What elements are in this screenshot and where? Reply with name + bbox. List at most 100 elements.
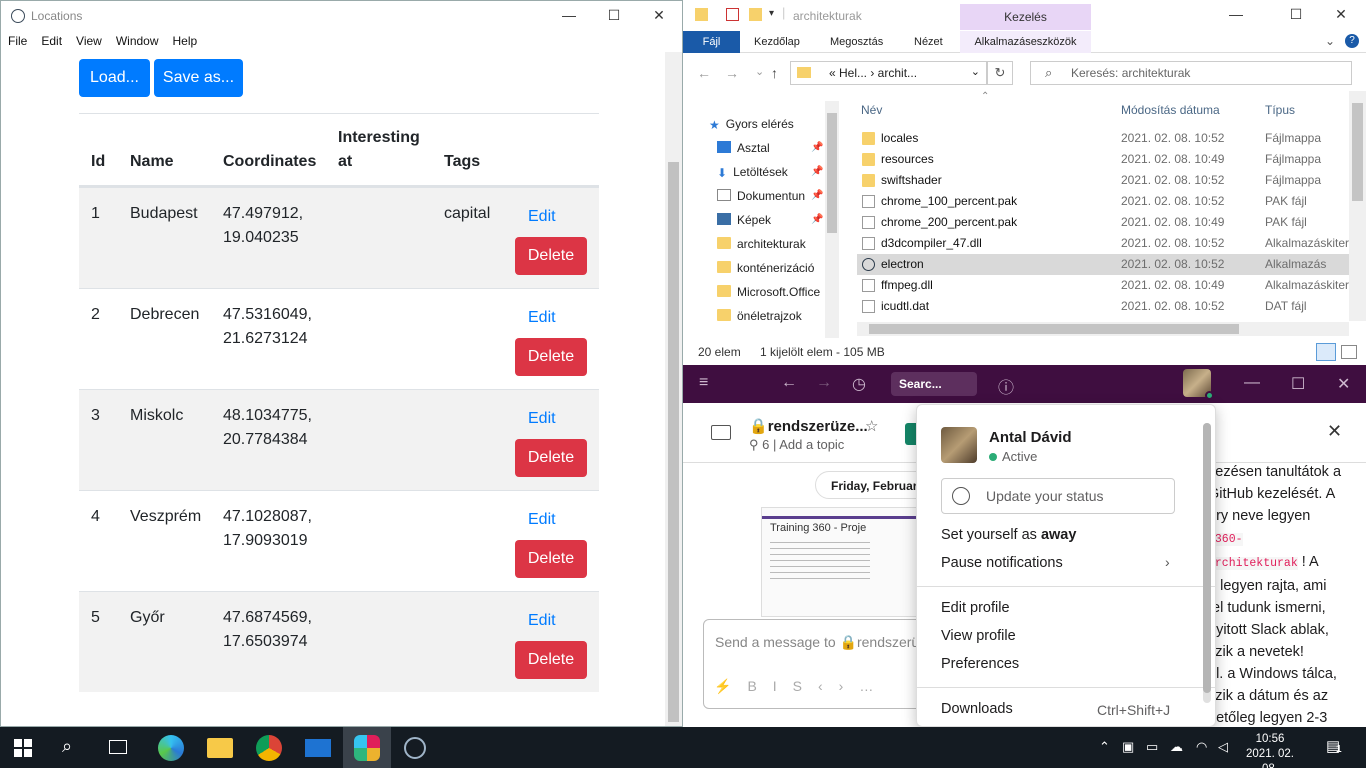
file-row[interactable]: icudtl.dat 2021. 02. 08. 10:52 DAT fájl bbox=[857, 296, 1349, 317]
file-row[interactable]: chrome_200_percent.pak 2021. 02. 08. 10:4… bbox=[857, 212, 1349, 233]
properties-icon[interactable] bbox=[726, 8, 739, 21]
nav-item-documents[interactable]: Dokumentun bbox=[717, 185, 805, 207]
chevron-up-icon[interactable]: ⌃ bbox=[1099, 739, 1110, 755]
chevron-down-icon[interactable]: ⌄ bbox=[971, 65, 980, 78]
back-arrow-icon[interactable]: ← bbox=[697, 65, 711, 81]
set-away-item[interactable]: Set yourself as away bbox=[941, 527, 1076, 543]
nav-scrollbar[interactable] bbox=[825, 101, 839, 338]
file-row[interactable]: d3dcompiler_47.dll 2021. 02. 08. 10:52 Alk… bbox=[857, 233, 1349, 254]
vertical-scrollbar[interactable] bbox=[665, 52, 682, 726]
chrome-icon[interactable] bbox=[256, 735, 282, 761]
code-icon[interactable]: ‹› bbox=[818, 678, 859, 694]
star-icon[interactable]: ☆ bbox=[865, 417, 878, 435]
italic-icon[interactable]: I bbox=[773, 678, 793, 694]
maximize-icon[interactable]: ☐ bbox=[1286, 6, 1306, 23]
battery-icon[interactable]: ▭ bbox=[1146, 739, 1158, 755]
scrollbar-thumb[interactable] bbox=[827, 113, 837, 233]
onedrive-cloud-icon[interactable]: ☁ bbox=[1170, 739, 1183, 755]
menu-window[interactable]: Window bbox=[109, 32, 166, 52]
file-list-vertical-scrollbar[interactable] bbox=[1349, 91, 1366, 321]
help-icon[interactable]: ? bbox=[1345, 34, 1359, 48]
minimize-icon[interactable]: — bbox=[1244, 374, 1260, 392]
file-row[interactable]: swiftshader 2021. 02. 08. 10:52 Fájlmappa bbox=[857, 170, 1349, 191]
scrollbar-thumb[interactable] bbox=[1352, 103, 1363, 201]
edit-link[interactable]: Edit bbox=[528, 511, 556, 529]
nav-item-folder[interactable]: architekturak bbox=[717, 233, 806, 255]
mail-icon[interactable] bbox=[305, 739, 331, 757]
column-header-date[interactable]: Módosítás dátuma bbox=[1121, 103, 1220, 117]
delete-button[interactable]: Delete bbox=[515, 237, 587, 275]
history-icon[interactable]: ◷ bbox=[852, 374, 866, 394]
edit-link[interactable]: Edit bbox=[528, 208, 556, 226]
scrollbar-thumb[interactable] bbox=[668, 162, 679, 722]
help-icon[interactable]: ⓘ bbox=[998, 374, 1014, 398]
delete-button[interactable]: Delete bbox=[515, 540, 587, 578]
preferences-item[interactable]: Preferences bbox=[941, 656, 1019, 672]
nav-item-folder[interactable]: konténerizáció bbox=[717, 257, 814, 279]
search-input[interactable]: Searc... bbox=[891, 372, 977, 396]
volume-icon[interactable]: ◁ bbox=[1218, 739, 1228, 755]
menu-view[interactable]: View bbox=[69, 32, 109, 52]
more-icon[interactable]: … bbox=[859, 678, 889, 694]
document-preview[interactable]: Training 360 - Proje bbox=[761, 507, 921, 617]
forward-arrow-icon[interactable]: → bbox=[816, 374, 832, 392]
sidebar-toggle-icon[interactable] bbox=[711, 425, 731, 440]
nav-item-folder[interactable]: Microsoft.Office bbox=[717, 281, 820, 303]
close-icon[interactable]: ✕ bbox=[649, 7, 669, 24]
file-row-selected[interactable]: electron 2021. 02. 08. 10:52 Alkalmazás bbox=[857, 254, 1349, 275]
contextual-tab-manage[interactable]: Kezelés bbox=[960, 4, 1091, 30]
minimize-icon[interactable]: — bbox=[1226, 6, 1246, 22]
refresh-icon[interactable]: ↻ bbox=[987, 61, 1013, 85]
save-as-button[interactable]: Save as... bbox=[154, 59, 243, 97]
search-icon[interactable]: ⌕ bbox=[62, 736, 88, 762]
recent-chevron-icon[interactable]: ⌄ bbox=[755, 65, 764, 78]
delete-button[interactable]: Delete bbox=[515, 338, 587, 376]
minimize-icon[interactable]: — bbox=[559, 7, 579, 23]
strikethrough-icon[interactable]: S bbox=[793, 678, 818, 694]
edge-icon[interactable] bbox=[158, 735, 184, 761]
maximize-icon[interactable]: ☐ bbox=[1291, 374, 1305, 394]
nav-item-desktop[interactable]: Asztal bbox=[717, 137, 770, 159]
message-composer[interactable]: Send a message to 🔒rendszerüz ⚡BIS‹›… bbox=[703, 619, 933, 709]
file-row[interactable]: ffmpeg.dll 2021. 02. 08. 10:49 Alkalmazásk… bbox=[857, 275, 1349, 296]
tab-file[interactable]: Fájl bbox=[683, 31, 740, 53]
file-row[interactable]: chrome_100_percent.pak 2021. 02. 08. 10:5… bbox=[857, 191, 1349, 212]
menu-file[interactable]: File bbox=[1, 32, 34, 52]
expand-ribbon-icon[interactable]: ⌄ bbox=[1325, 34, 1335, 48]
customize-toolbar-icon[interactable]: ▾ bbox=[769, 8, 774, 19]
column-header-type[interactable]: Típus bbox=[1265, 103, 1295, 117]
hamburger-menu-icon[interactable]: ≡ bbox=[699, 374, 708, 392]
large-icons-view-icon[interactable] bbox=[1341, 345, 1357, 359]
tab-view[interactable]: Nézet bbox=[914, 36, 943, 48]
bold-icon[interactable]: B bbox=[747, 678, 772, 694]
channel-name[interactable]: 🔒rendszerüze... bbox=[749, 417, 868, 435]
update-status-input[interactable]: Update your status bbox=[941, 478, 1175, 514]
forward-arrow-icon[interactable]: → bbox=[725, 65, 739, 81]
close-icon[interactable]: ✕ bbox=[1327, 421, 1342, 442]
back-arrow-icon[interactable]: ← bbox=[781, 374, 797, 392]
details-view-icon[interactable] bbox=[1316, 343, 1336, 361]
menu-edit[interactable]: Edit bbox=[34, 32, 69, 52]
scrollbar-thumb[interactable] bbox=[869, 324, 1239, 334]
wifi-icon[interactable]: ◠ bbox=[1196, 739, 1207, 755]
up-arrow-icon[interactable]: ↑ bbox=[771, 65, 778, 81]
tab-application-tools[interactable]: Alkalmazáseszközök bbox=[960, 31, 1091, 53]
add-topic-link[interactable]: Add a topic bbox=[779, 437, 844, 452]
edit-link[interactable]: Edit bbox=[528, 612, 556, 630]
tab-home[interactable]: Kezdőlap bbox=[754, 36, 800, 48]
tab-share[interactable]: Megosztás bbox=[830, 36, 883, 48]
pause-notifications-item[interactable]: Pause notifications bbox=[941, 555, 1063, 571]
search-input[interactable]: ⌕ Keresés: architekturak bbox=[1030, 61, 1352, 85]
shortcuts-icon[interactable]: ⚡ bbox=[714, 678, 747, 694]
folder-icon[interactable] bbox=[695, 8, 708, 21]
start-icon[interactable] bbox=[14, 739, 32, 757]
slack-icon[interactable] bbox=[354, 735, 380, 761]
smile-emoji-icon[interactable] bbox=[952, 487, 970, 505]
nav-item-pictures[interactable]: Képek bbox=[717, 209, 771, 231]
delete-button[interactable]: Delete bbox=[515, 439, 587, 477]
file-row[interactable]: locales 2021. 02. 08. 10:52 Fájlmappa bbox=[857, 128, 1349, 149]
menu-help[interactable]: Help bbox=[166, 32, 205, 52]
clock[interactable]: 10:56 2021. 02. 08. bbox=[1240, 732, 1300, 768]
task-view-icon[interactable] bbox=[109, 740, 127, 754]
nav-item-downloads[interactable]: ⬇ Letöltések bbox=[717, 161, 788, 183]
